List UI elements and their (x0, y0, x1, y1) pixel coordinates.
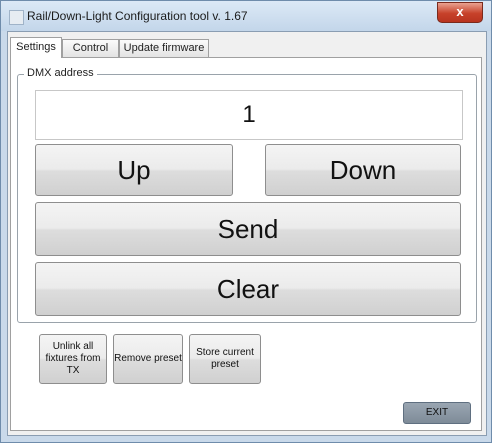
tab-settings[interactable]: Settings (10, 37, 62, 58)
down-button[interactable]: Down (265, 144, 461, 196)
tab-update-firmware[interactable]: Update firmware (119, 39, 209, 57)
up-button[interactable]: Up (35, 144, 233, 196)
settings-panel: DMX address 1 Up Down Send Clear Unlink … (10, 57, 482, 431)
app-window: Rail/Down-Light Configuration tool v. 1.… (0, 0, 492, 443)
send-button[interactable]: Send (35, 202, 461, 256)
unlink-all-fixtures-button[interactable]: Unlink all fixtures from TX (39, 334, 107, 384)
title-bar[interactable]: Rail/Down-Light Configuration tool v. 1.… (1, 1, 491, 31)
remove-preset-button[interactable]: Remove preset (113, 334, 183, 384)
window-title: Rail/Down-Light Configuration tool v. 1.… (27, 9, 248, 23)
close-button[interactable]: x (437, 2, 483, 23)
exit-button[interactable]: EXIT (403, 402, 471, 424)
dmx-address-display: 1 (35, 90, 463, 140)
store-current-preset-button[interactable]: Store current preset (189, 334, 261, 384)
app-icon (9, 10, 24, 25)
dmx-address-label: DMX address (24, 67, 97, 79)
tab-control[interactable]: Control (62, 39, 119, 57)
client-area: Settings Control Update firmware DMX add… (7, 31, 487, 436)
clear-button[interactable]: Clear (35, 262, 461, 316)
